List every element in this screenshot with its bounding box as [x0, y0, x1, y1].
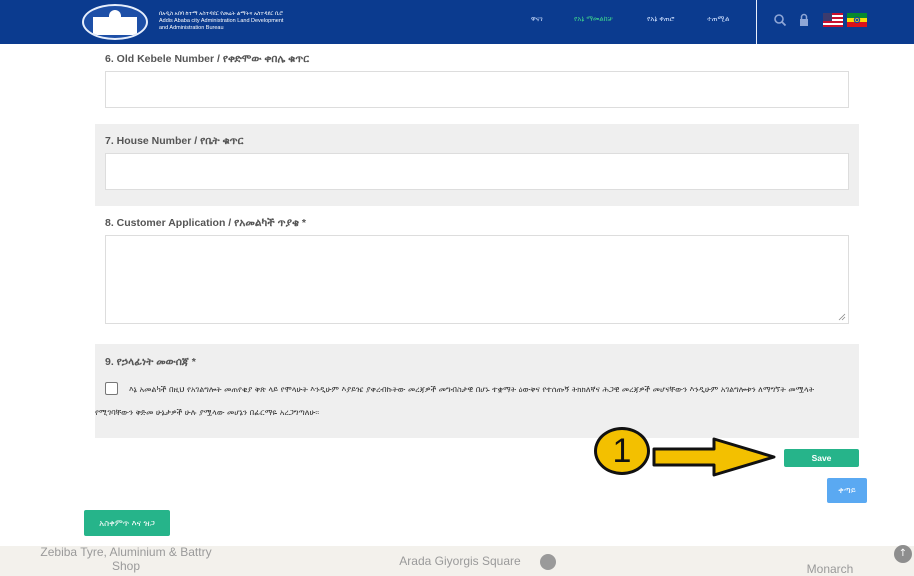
ethiopia-flag-icon[interactable] [847, 13, 867, 27]
old-kebele-number-label: 6. Old Kebele Number / የቀድሞው ቀበሌ ቁጥር [105, 53, 310, 65]
organization-name: በአዲስ አበባ ከተማ አስተዳደር የመሬት ልማትና አስተዳደር ቢሮ … [159, 11, 359, 32]
house-number-group: 7. House Number / የቤት ቁጥር [95, 124, 859, 206]
map-label-monarch: Monarch [806, 562, 854, 576]
resize-handle-icon[interactable] [838, 313, 846, 321]
map-label-shop: Zebiba Tyre, Aluminium & Battry Shop [40, 546, 212, 573]
save-and-close-button[interactable]: አስቀምጥ እና ዝጋ [84, 510, 170, 536]
org-line-amharic: በአዲስ አበባ ከተማ አስተዳደር የመሬት ልማትና አስተዳደር ቢሮ [159, 11, 283, 17]
landmark-icon [540, 554, 556, 570]
nav-item-my-appointments[interactable]: የአኔ ቀጠሮ [647, 16, 674, 24]
next-button[interactable]: ቀጣይ [827, 478, 867, 503]
step-number-badge: 1 [594, 427, 650, 475]
nav-item-logout[interactable]: ተጠሚል [707, 16, 729, 24]
lock-icon[interactable] [797, 13, 811, 27]
customer-application-textarea[interactable] [105, 235, 849, 324]
customer-application-label: 8. Customer Application / የአመልካች ጥያቄ * [105, 217, 306, 229]
old-kebele-number-input[interactable] [105, 71, 849, 108]
map-footer[interactable]: Zebiba Tyre, Aluminium & Battry Shop Ara… [0, 546, 914, 576]
nav-item-my-applications[interactable]: የአኔ ማመልከቻ [574, 16, 613, 24]
top-navbar: በአዲስ አበባ ከተማ አስተዳደር የመሬት ልማትና አስተዳደር ቢሮ … [0, 0, 914, 44]
org-line-english-2: and Administration Bureau [159, 25, 224, 31]
search-icon[interactable] [773, 13, 787, 27]
map-label-square: Arada Giyorgis Square [399, 554, 521, 568]
nav-item-home[interactable]: ዋናገ [531, 16, 543, 24]
declaration-group: 9. የኃላፊነት መውሰጃ * እኔ አመልካች በዚህ የአገልግሎት መጠ… [95, 344, 859, 438]
logo-base [89, 33, 141, 35]
us-flag-icon[interactable] [823, 13, 843, 27]
house-number-label: 7. House Number / የቤት ቁጥር [105, 135, 244, 147]
declaration-text: እኔ አመልካች በዚህ የአገልግሎት መጠየቂያ ቅጽ ላይ የሞላሁት እ… [95, 385, 815, 417]
save-button[interactable]: Save [784, 449, 859, 467]
logo-building [93, 17, 137, 33]
nav-divider [756, 0, 757, 44]
declaration-label: 9. የኃላፊነት መውሰጃ * [105, 356, 196, 368]
customer-application-group: 8. Customer Application / የአመልካች ጥያቄ * [95, 206, 859, 342]
bureau-logo[interactable] [82, 4, 148, 40]
scroll-to-top-icon[interactable]: ↑ [894, 545, 912, 563]
org-line-english-1: Addis Ababa city Administration Land Dev… [159, 18, 284, 24]
house-number-input[interactable] [105, 153, 849, 190]
old-kebele-number-group: 6. Old Kebele Number / የቀድሞው ቀበሌ ቁጥር [95, 44, 859, 122]
pointer-arrow-icon [652, 437, 776, 477]
